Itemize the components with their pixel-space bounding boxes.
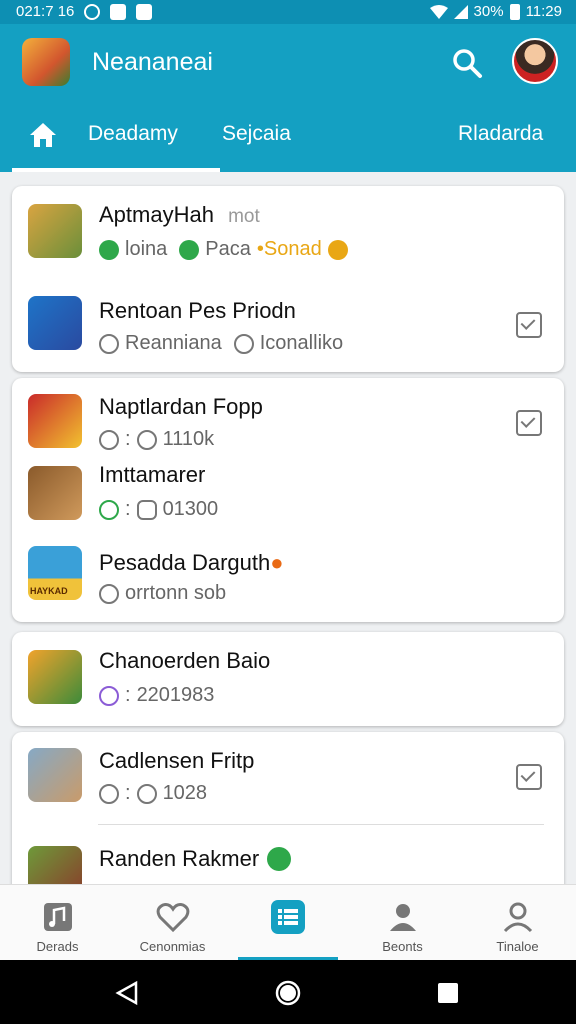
bottom-nav: Derads Cenonmias Beonts Tinaloe	[0, 884, 576, 961]
list-item[interactable]: Imttamarer : 01300	[12, 456, 564, 536]
status-icon	[136, 499, 157, 520]
game-thumbnail	[28, 394, 82, 448]
tab-rladarda[interactable]: Rladarda	[458, 122, 543, 146]
person-icon	[389, 904, 416, 931]
game-title: Rentoan Pes Priodn	[99, 298, 296, 323]
nav-item-beonts[interactable]: Beonts	[345, 885, 460, 961]
nav-label: Derads	[36, 939, 79, 954]
checkbox[interactable]	[516, 764, 542, 790]
game-card: AptmayHah mot loina Paca •Sonad Rentoan …	[12, 186, 564, 372]
list-item[interactable]: AptmayHah mot loina Paca •Sonad	[12, 186, 564, 282]
check-circle-icon	[179, 239, 200, 260]
game-meta: loina Paca •Sonad	[99, 238, 348, 261]
game-card: Chanoerden Baio : 2201983	[12, 632, 564, 726]
music-icon	[43, 903, 72, 931]
game-meta: : 1028	[99, 782, 207, 805]
game-title: Randen Rakmer	[99, 846, 292, 872]
check-circle-icon	[99, 499, 119, 520]
game-title: Chanoerden Baio	[99, 648, 271, 673]
game-meta: Reanniana Iconalliko	[99, 332, 343, 355]
divider	[98, 824, 544, 825]
game-thumbnail	[28, 650, 82, 704]
nav-item-tinaloe[interactable]: Tinaloe	[460, 885, 575, 961]
game-title: Naptlardan Fopp	[99, 394, 263, 419]
status-bar: 021:7 16 30% 11:29	[0, 0, 576, 24]
heart-icon	[156, 903, 189, 933]
battery-level: 30%	[473, 3, 504, 20]
nav-label: Cenonmias	[139, 939, 206, 954]
signal-icon	[453, 4, 468, 19]
check-circle-icon	[99, 239, 119, 260]
checkbox[interactable]	[516, 312, 542, 338]
status-icon	[136, 783, 157, 804]
game-thumbnail	[28, 204, 82, 258]
status-icon	[99, 783, 119, 804]
back-icon[interactable]	[114, 980, 140, 1006]
game-thumbnail: HAYKAD	[28, 546, 82, 600]
recents-icon[interactable]	[436, 981, 460, 1005]
game-tag: mot	[228, 206, 260, 227]
list-icon	[270, 900, 305, 934]
game-card: Naptlardan Fopp : 1110k Imttamarer : 013…	[12, 378, 564, 622]
game-title: Cadlensen Fritp	[99, 748, 255, 773]
game-title: Imttamarer	[99, 462, 206, 487]
status-time-left: 021:7 16	[16, 3, 75, 20]
list-item[interactable]: Chanoerden Baio : 2201983	[12, 632, 564, 726]
active-tab-indicator	[12, 168, 220, 172]
nav-item-derads[interactable]: Derads	[0, 885, 115, 961]
game-title: AptmayHah mot	[99, 202, 260, 227]
home-button-icon[interactable]	[274, 979, 302, 1007]
game-meta: orrtonn sob	[99, 582, 226, 605]
status-icon	[99, 685, 119, 706]
status-icon	[136, 429, 157, 450]
list-item[interactable]: Naptlardan Fopp : 1110k	[12, 378, 564, 456]
checkbox[interactable]	[516, 410, 542, 436]
home-icon[interactable]	[28, 120, 58, 150]
game-meta: : 2201983	[99, 684, 214, 707]
avatar[interactable]	[512, 38, 558, 84]
nav-item-list[interactable]	[230, 885, 345, 961]
coin-icon	[327, 239, 348, 260]
notification-icon	[110, 3, 127, 20]
battery-icon	[509, 3, 520, 20]
search-icon[interactable]	[450, 46, 484, 80]
app-logo	[22, 38, 70, 86]
game-thumbnail	[28, 466, 82, 520]
verified-icon	[267, 847, 292, 871]
app-bar: Neananeai Deadamy Sejcaia Rladarda	[0, 24, 576, 172]
game-meta: : 1110k	[99, 428, 214, 451]
status-icon	[99, 429, 119, 450]
game-meta: : 01300	[99, 498, 218, 521]
notification-icon	[84, 3, 101, 20]
list-item[interactable]: Rentoan Pes Priodn Reanniana Iconalliko	[12, 282, 564, 372]
game-thumbnail	[28, 748, 82, 802]
nav-item-cenonmias[interactable]: Cenonmias	[115, 885, 230, 961]
profile-icon	[503, 902, 532, 933]
nav-label: Beonts	[382, 939, 423, 954]
tab-sejcaia[interactable]: Sejcaia	[222, 122, 291, 146]
notification-icon	[136, 3, 153, 20]
tab-bar: Deadamy Sejcaia Rladarda	[0, 108, 576, 172]
status-icon	[233, 333, 254, 354]
status-icon	[99, 333, 119, 354]
app-title: Neananeai	[92, 48, 213, 76]
tab-deadamy[interactable]: Deadamy	[88, 122, 178, 146]
game-title: Pesadda Darguth●	[99, 550, 284, 575]
wifi-icon	[429, 4, 448, 19]
game-thumbnail	[28, 296, 82, 350]
nav-label: Tinaloe	[496, 939, 539, 954]
thumbnail-label: HAYKAD	[30, 586, 68, 596]
list-item[interactable]: HAYKAD Pesadda Darguth● orrtonn sob	[12, 536, 564, 622]
status-clock: 11:29	[525, 3, 562, 20]
list-item[interactable]: Cadlensen Fritp : 1028	[12, 732, 564, 826]
system-nav-bar	[0, 960, 576, 1024]
status-icon	[99, 583, 119, 604]
